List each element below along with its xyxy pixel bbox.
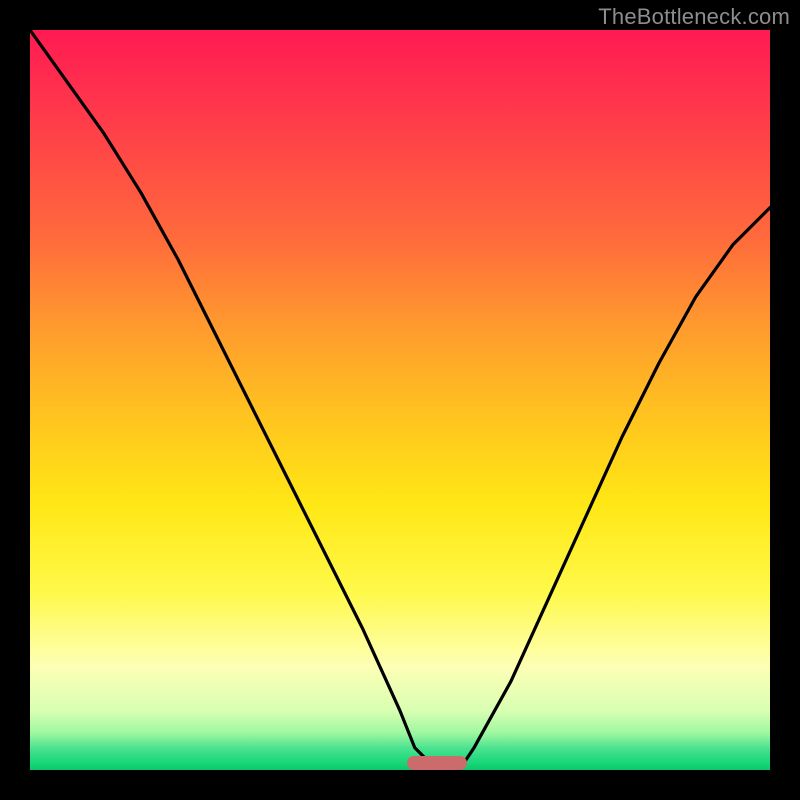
chart-frame: TheBottleneck.com xyxy=(0,0,800,800)
minimum-marker xyxy=(407,756,466,770)
bottleneck-curve xyxy=(30,30,770,770)
plot-area xyxy=(30,30,770,770)
watermark-text: TheBottleneck.com xyxy=(598,4,790,30)
